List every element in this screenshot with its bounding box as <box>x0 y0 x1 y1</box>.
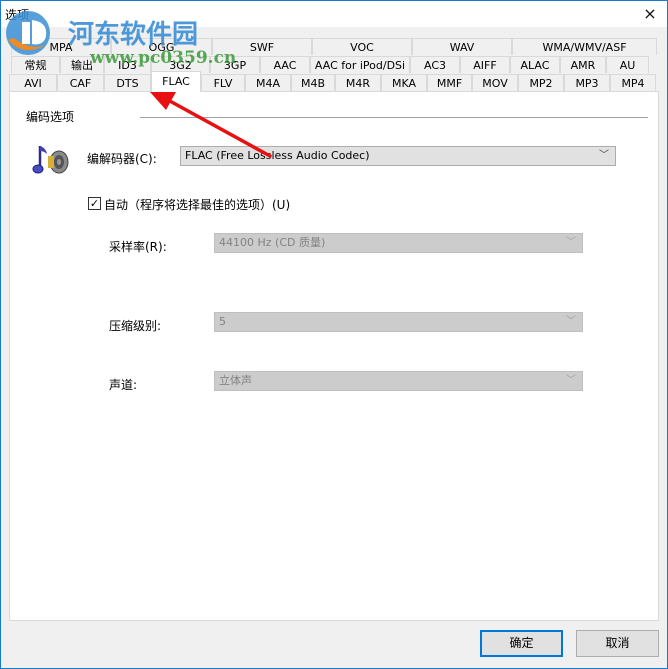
tab-alac[interactable]: ALAC <box>510 56 560 73</box>
tab-m4b[interactable]: M4B <box>291 74 335 91</box>
sample-rate-select[interactable]: 44100 Hz (CD 质量) ﹀ <box>214 233 583 253</box>
codec-select[interactable]: FLAC (Free Lossless Audio Codec) ﹀ <box>180 146 616 166</box>
channels-label: 声道: <box>109 378 138 392</box>
music-speaker-icon <box>32 146 69 174</box>
tab-id3[interactable]: ID3 <box>104 56 151 73</box>
sample-rate-label: 采样率(R): <box>109 240 167 254</box>
codec-value: FLAC (Free Lossless Audio Codec) <box>185 149 370 162</box>
tab-m4r[interactable]: M4R <box>335 74 381 91</box>
auto-checkbox-label[interactable]: 自动（程序将选择最佳的选项）(U) <box>104 196 290 213</box>
tab-mp4[interactable]: MP4 <box>610 74 656 91</box>
group-title-encoding-options: 编码选项 <box>26 110 75 124</box>
compression-level-label: 压缩级别: <box>109 319 162 333</box>
flac-options-panel: 编码选项 编解码器(C): FLAC (Free Lossless Audio … <box>9 91 659 621</box>
codec-label: 编解码器(C): <box>87 152 157 166</box>
chevron-down-icon: ﹀ <box>566 237 576 248</box>
tab-dts[interactable]: DTS <box>104 74 151 91</box>
compression-level-value: 5 <box>219 315 226 328</box>
cancel-button[interactable]: 取消 <box>576 630 659 657</box>
compression-level-select[interactable]: 5 ﹀ <box>214 312 583 332</box>
close-icon[interactable]: × <box>639 3 661 25</box>
tab-mp3[interactable]: MP3 <box>564 74 610 91</box>
options-dialog: 选项 × MPA OGG SWF VOC WAV WMA/WMV/ASF 常规 … <box>0 0 668 669</box>
tab-mov[interactable]: MOV <box>472 74 518 91</box>
channels-value: 立体声 <box>219 374 252 387</box>
chevron-down-icon: ﹀ <box>566 375 576 386</box>
tab-caf[interactable]: CAF <box>57 74 104 91</box>
auto-checkbox[interactable]: ✓ <box>88 197 101 210</box>
tab-flv[interactable]: FLV <box>201 74 245 91</box>
tab-aac[interactable]: AAC <box>260 56 310 73</box>
tab-flac[interactable]: FLAC <box>151 71 201 92</box>
tab-mka[interactable]: MKA <box>381 74 427 91</box>
chevron-down-icon: ﹀ <box>566 316 576 327</box>
tab-mp2[interactable]: MP2 <box>518 74 564 91</box>
title-bar: 选项 × <box>1 1 667 27</box>
window-title: 选项 <box>5 8 30 22</box>
tab-aiff[interactable]: AIFF <box>460 56 510 73</box>
tab-3gp[interactable]: 3GP <box>210 56 260 73</box>
tab-wav[interactable]: WAV <box>412 38 512 55</box>
tab-amr[interactable]: AMR <box>560 56 606 73</box>
group-divider <box>140 117 648 118</box>
channels-select[interactable]: 立体声 ﹀ <box>214 371 583 391</box>
tab-mpa[interactable]: MPA <box>11 38 111 55</box>
tab-swf[interactable]: SWF <box>212 38 312 55</box>
tab-voc[interactable]: VOC <box>312 38 412 55</box>
tab-mmf[interactable]: MMF <box>427 74 472 91</box>
tab-general[interactable]: 常规 <box>11 56 60 73</box>
tab-ogg[interactable]: OGG <box>111 38 212 55</box>
ok-button[interactable]: 确定 <box>480 630 563 657</box>
chevron-down-icon: ﹀ <box>599 150 609 161</box>
tab-aac-ipod-dsi[interactable]: AAC for iPod/DSi <box>310 56 410 73</box>
tab-m4a[interactable]: M4A <box>245 74 291 91</box>
tab-au[interactable]: AU <box>606 56 649 73</box>
sample-rate-value: 44100 Hz (CD 质量) <box>219 236 326 249</box>
tab-avi[interactable]: AVI <box>9 74 57 91</box>
tab-wma-wmv-asf[interactable]: WMA/WMV/ASF <box>512 38 657 55</box>
tab-ac3[interactable]: AC3 <box>410 56 460 73</box>
tab-output[interactable]: 输出 <box>60 56 104 73</box>
